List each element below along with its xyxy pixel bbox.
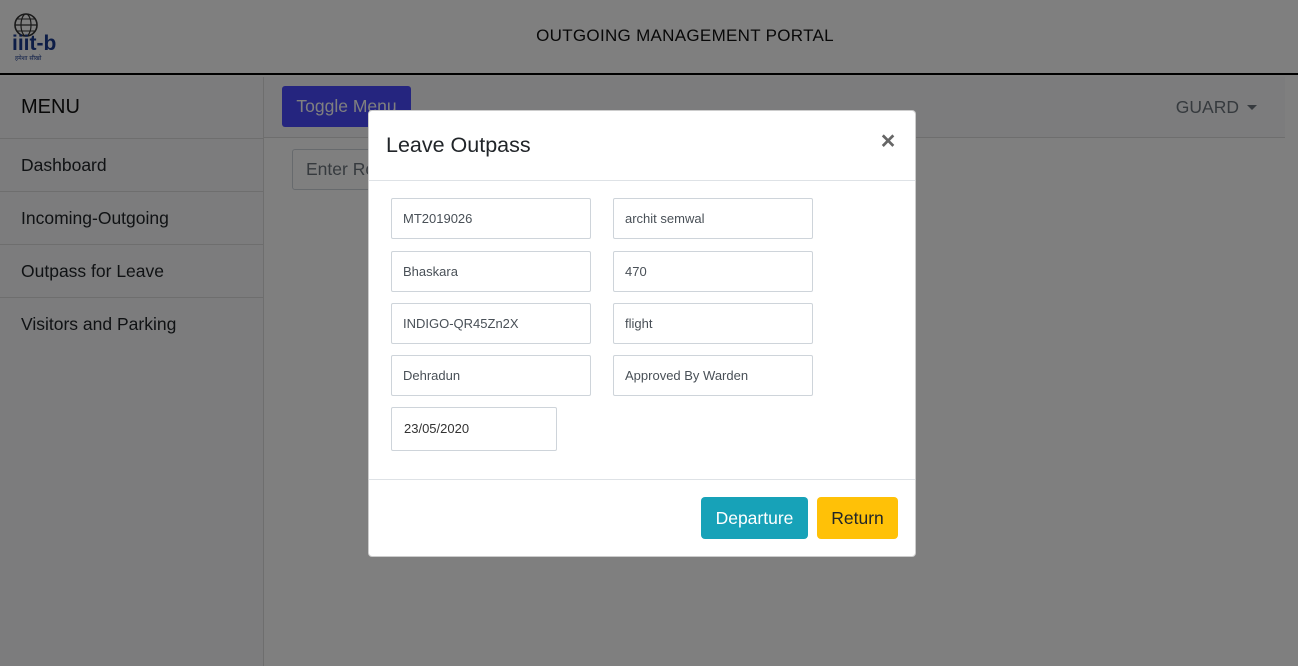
destination-field[interactable] <box>391 355 591 396</box>
hostel-field[interactable] <box>391 251 591 292</box>
departure-button[interactable]: Departure <box>701 497 808 539</box>
travel-reference-field[interactable] <box>391 303 591 344</box>
modal-body: 23/05/2020 <box>369 181 915 480</box>
student-name-field[interactable] <box>613 198 813 239</box>
approval-status-field[interactable] <box>613 355 813 396</box>
leave-outpass-modal: Leave Outpass × 23/05/2020 Departure Ret… <box>368 110 916 557</box>
modal-header: Leave Outpass × <box>369 111 915 181</box>
date-field[interactable]: 23/05/2020 <box>391 407 557 451</box>
modal-footer: Departure Return <box>369 480 915 556</box>
travel-mode-field[interactable] <box>613 303 813 344</box>
close-icon[interactable]: × <box>878 129 898 154</box>
roll-number-field[interactable] <box>391 198 591 239</box>
modal-title: Leave Outpass <box>386 133 531 157</box>
room-number-field[interactable] <box>613 251 813 292</box>
return-button[interactable]: Return <box>817 497 898 539</box>
